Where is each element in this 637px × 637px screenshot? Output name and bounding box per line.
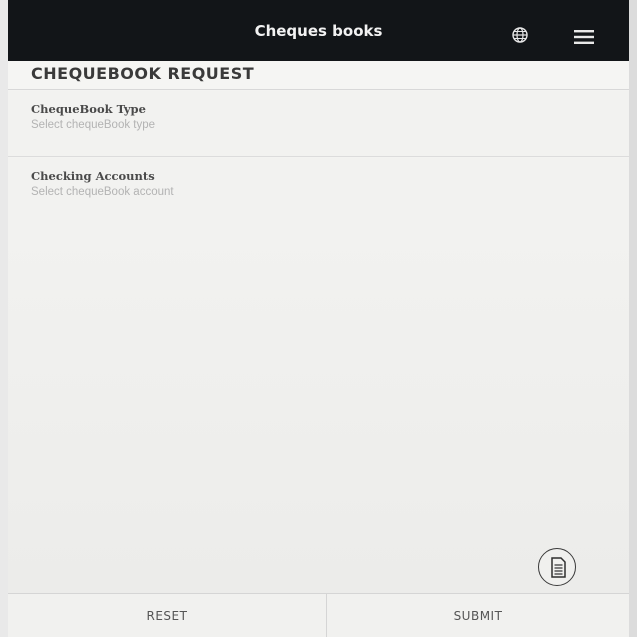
document-icon bbox=[551, 557, 566, 578]
globe-icon[interactable] bbox=[512, 27, 528, 43]
submit-button[interactable]: SUBMIT bbox=[327, 594, 629, 637]
bottom-action-bar: RESET SUBMIT bbox=[8, 593, 629, 637]
reset-button[interactable]: RESET bbox=[8, 594, 326, 637]
checking-account-label: Checking Accounts bbox=[31, 169, 155, 183]
top-app-bar: Cheques books bbox=[8, 0, 629, 61]
checking-account-select[interactable]: Checking Accounts Select chequeBook acco… bbox=[8, 158, 629, 218]
app-bar-title: Cheques books bbox=[254, 22, 383, 40]
document-fab-button[interactable] bbox=[538, 548, 576, 586]
page-header: CHEQUEBOOK REQUEST bbox=[8, 61, 629, 90]
chequebook-type-placeholder: Select chequeBook type bbox=[31, 119, 156, 131]
device-bezel-right bbox=[629, 0, 637, 637]
app-screen: Cheques books CHEQUEBOOK REQUEST ChequeB… bbox=[8, 0, 629, 637]
checking-account-placeholder: Select chequeBook account bbox=[31, 186, 174, 198]
chequebook-type-label: ChequeBook Type bbox=[31, 102, 146, 116]
menu-icon[interactable] bbox=[574, 29, 594, 44]
chequebook-type-select[interactable]: ChequeBook Type Select chequeBook type bbox=[8, 91, 629, 157]
page-title: CHEQUEBOOK REQUEST bbox=[31, 64, 255, 83]
device-bezel-left bbox=[0, 0, 8, 637]
content-area bbox=[8, 218, 629, 593]
